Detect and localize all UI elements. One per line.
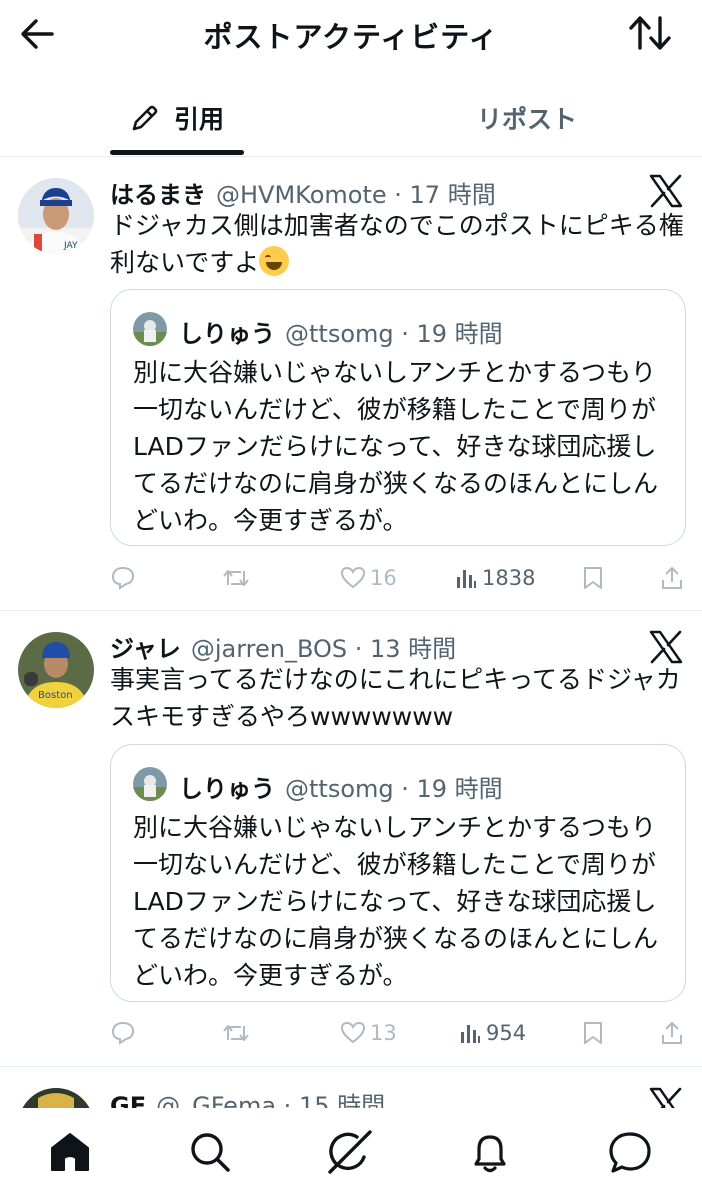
- messages-chat-icon[interactable]: [604, 1126, 656, 1178]
- avatar[interactable]: JAY: [18, 178, 94, 254]
- x-logo-icon[interactable]: [648, 1086, 684, 1110]
- post[interactable]: Boston ジャレ @jarren_BOS · 13 時間 事実言ってるだけなの…: [0, 610, 702, 1067]
- reply-button[interactable]: [110, 563, 140, 593]
- pen-icon: [132, 105, 158, 131]
- views-chart-icon: [461, 1025, 480, 1043]
- x-logo-icon[interactable]: [648, 629, 684, 665]
- view-count: 954: [486, 1021, 527, 1045]
- quoted-display-name: しりゅう: [179, 320, 275, 348]
- quoted-header: しりゅう @ttsomg · 19 時間: [179, 320, 503, 348]
- like-button[interactable]: 13: [340, 1018, 397, 1048]
- post-header: GF @_GFema · 15 時間: [110, 1086, 385, 1110]
- page-title: ポストアクティビティ: [203, 20, 499, 54]
- reply-button[interactable]: [110, 1018, 140, 1048]
- repost-button[interactable]: [222, 1018, 254, 1048]
- post-header: はるまき @HVMKomote · 17 時間: [110, 181, 496, 209]
- post-time[interactable]: 13 時間: [370, 635, 456, 663]
- user-handle[interactable]: @HVMKomote: [216, 181, 387, 209]
- view-count: 1838: [482, 566, 536, 590]
- user-handle[interactable]: @jarren_BOS: [191, 635, 347, 663]
- reply-icon: [111, 566, 135, 590]
- repost-icon: [223, 1025, 249, 1041]
- quoted-time: 19 時間: [416, 320, 503, 348]
- post-text: ドジャカス側は加害者なのでこのポストにピキる権利ないですよ: [110, 207, 690, 281]
- post-time[interactable]: 17 時間: [410, 181, 496, 209]
- grinning-sweat-emoji-icon: [259, 246, 290, 276]
- post[interactable]: GF @_GFema · 15 時間: [0, 1066, 702, 1110]
- post-actions: 16 1838: [110, 563, 690, 593]
- tab-bar: 引用 リポスト: [0, 80, 702, 157]
- active-tab-indicator: [110, 150, 244, 155]
- like-button[interactable]: 16: [340, 563, 397, 593]
- bookmark-icon: [584, 567, 602, 589]
- like-count: 13: [370, 1021, 397, 1045]
- share-button[interactable]: [660, 563, 688, 593]
- quoted-display-name: しりゅう: [179, 775, 275, 803]
- tab-quotes[interactable]: 引用: [110, 80, 244, 156]
- grok-icon[interactable]: [324, 1126, 376, 1178]
- header: ポストアクティビティ: [0, 0, 702, 66]
- tab-reposts-label: リポスト: [476, 105, 577, 134]
- post-text: 事実言ってるだけなのにこれにピキってるドジャカスキモすぎるやろwwwwwww: [110, 665, 681, 731]
- display-name[interactable]: はるまき: [110, 181, 206, 209]
- post[interactable]: JAY はるまき @HVMKomote · 17 時間 ドジャカス側は加害者なので…: [0, 157, 702, 611]
- sort-arrows-icon[interactable]: [626, 12, 674, 54]
- search-icon[interactable]: [184, 1126, 236, 1178]
- svg-text:JAY: JAY: [63, 241, 78, 251]
- bottom-nav: [0, 1108, 702, 1200]
- display-name[interactable]: ジャレ: [110, 635, 181, 663]
- bookmark-button[interactable]: [582, 1018, 608, 1048]
- bookmark-button[interactable]: [582, 563, 608, 593]
- notifications-bell-icon[interactable]: [464, 1126, 516, 1178]
- repost-button[interactable]: [222, 563, 254, 593]
- quoted-avatar[interactable]: [133, 767, 167, 801]
- tab-reposts[interactable]: リポスト: [440, 80, 614, 156]
- heart-icon: [340, 1021, 366, 1044]
- home-icon[interactable]: [44, 1126, 96, 1178]
- tab-quotes-label: 引用: [173, 105, 224, 134]
- post-actions: 13 954: [110, 1018, 690, 1048]
- heart-icon: [340, 566, 366, 589]
- share-icon: [662, 567, 682, 589]
- avatar[interactable]: Boston: [18, 632, 94, 708]
- repost-icon: [223, 570, 249, 586]
- quoted-avatar[interactable]: [133, 312, 167, 346]
- avatar[interactable]: [18, 1088, 94, 1110]
- views-button[interactable]: 1838: [454, 563, 535, 593]
- quoted-header: しりゅう @ttsomg · 19 時間: [179, 775, 503, 803]
- share-icon: [662, 1022, 682, 1044]
- quoted-post[interactable]: しりゅう @ttsomg · 19 時間 別に大谷嫌いじゃないしアンチとかするつも…: [110, 289, 686, 546]
- quoted-text: 別に大谷嫌いじゃないしアンチとかするつもり一切ないんだけど、彼が移籍したことで周…: [133, 358, 659, 535]
- reply-icon: [111, 1021, 135, 1045]
- views-chart-icon: [457, 570, 476, 588]
- share-button[interactable]: [660, 1018, 688, 1048]
- quoted-handle: @ttsomg: [285, 320, 394, 348]
- x-logo-icon[interactable]: [648, 173, 684, 209]
- quoted-handle: @ttsomg: [285, 775, 394, 803]
- views-button[interactable]: 954: [458, 1018, 526, 1048]
- post-header: ジャレ @jarren_BOS · 13 時間: [110, 635, 457, 663]
- like-count: 16: [370, 566, 397, 590]
- quoted-post[interactable]: しりゅう @ttsomg · 19 時間 別に大谷嫌いじゃないしアンチとかするつも…: [110, 744, 686, 1002]
- post-text-content: ドジャカス側は加害者なのでこのポストにピキる権利ないですよ: [110, 211, 684, 277]
- quoted-text: 別に大谷嫌いじゃないしアンチとかするつもり一切ないんだけど、彼が移籍したことで周…: [133, 813, 659, 990]
- svg-text:Boston: Boston: [38, 690, 73, 701]
- bookmark-icon: [584, 1022, 602, 1044]
- quoted-time: 19 時間: [416, 775, 503, 803]
